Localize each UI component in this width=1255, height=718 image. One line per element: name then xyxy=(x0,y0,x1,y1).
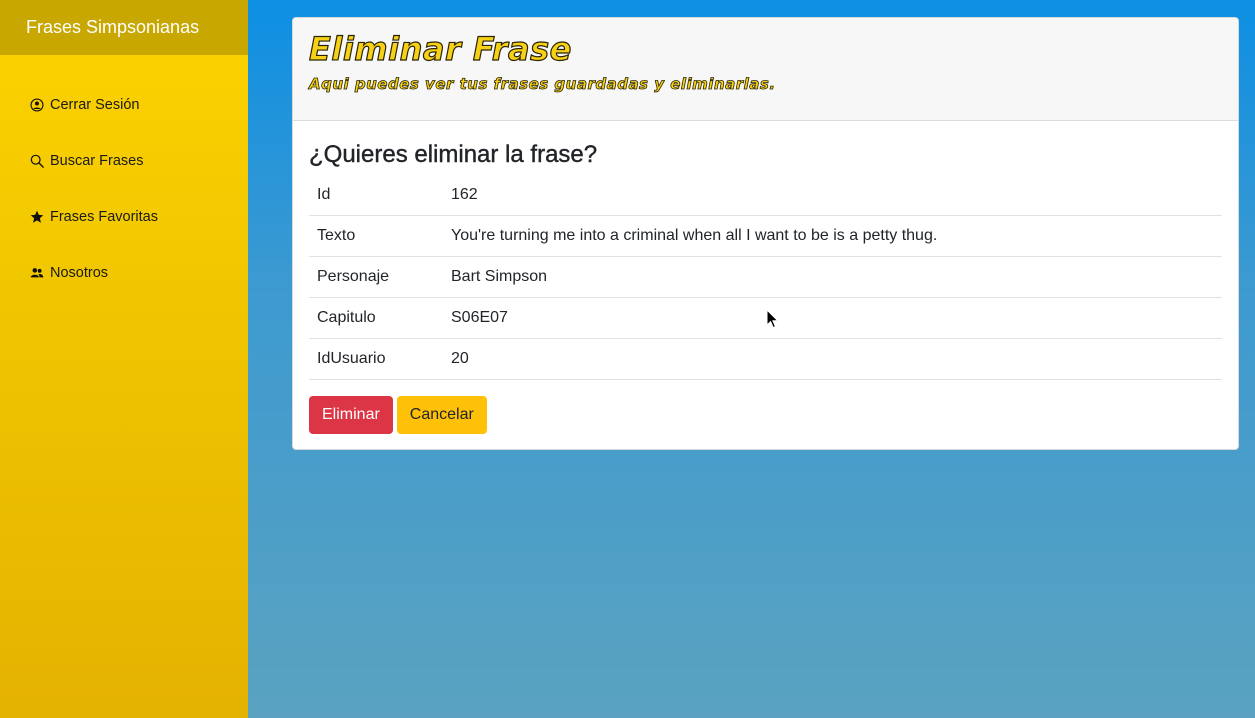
brand-title[interactable]: Frases Simpsonianas xyxy=(0,0,248,55)
card-header: Eliminar Frase Aqui puedes ver tus frase… xyxy=(293,18,1238,121)
star-icon xyxy=(30,210,44,224)
sidebar-item-label: Nosotros xyxy=(50,265,109,281)
user-circle-icon xyxy=(30,98,44,112)
confirm-question: ¿Quieres eliminar la frase? xyxy=(309,141,598,168)
page-title: Eliminar Frase xyxy=(308,29,572,68)
delete-button[interactable]: Eliminar xyxy=(309,396,393,434)
row-key: Capitulo xyxy=(309,297,443,339)
people-icon xyxy=(30,266,44,280)
row-value: You're turning me into a criminal when a… xyxy=(443,215,1222,257)
sidebar-item-label: Buscar Frases xyxy=(50,153,144,169)
sidebar-item-frases-favoritas[interactable]: Frases Favoritas xyxy=(0,189,248,245)
search-icon xyxy=(30,154,44,168)
row-key: Personaje xyxy=(309,256,443,298)
delete-phrase-card: Eliminar Frase Aqui puedes ver tus frase… xyxy=(292,17,1239,450)
sidebar-item-label: Frases Favoritas xyxy=(50,209,158,225)
cancel-button[interactable]: Cancelar xyxy=(396,396,487,434)
row-key: Texto xyxy=(309,215,443,257)
page-subtitle: Aqui puedes ver tus frases guardadas y e… xyxy=(309,75,776,94)
table-row: Id 162 xyxy=(309,175,1222,216)
table-row: Texto You're turning me into a criminal … xyxy=(309,215,1222,257)
card-body: ¿Quieres eliminar la frase? Id 162 Texto… xyxy=(293,121,1238,434)
row-key: Id xyxy=(309,175,443,216)
row-value: S06E07 xyxy=(443,297,1222,339)
sidebar-nav: Cerrar Sesión Buscar Frases Frases Favor… xyxy=(0,55,248,301)
row-value: 20 xyxy=(443,338,1222,380)
sidebar-item-buscar-frases[interactable]: Buscar Frases xyxy=(0,133,248,189)
table-row: IdUsuario 20 xyxy=(309,338,1222,380)
sidebar-item-nosotros[interactable]: Nosotros xyxy=(0,245,248,301)
mouse-cursor-icon xyxy=(766,309,780,329)
row-key: IdUsuario xyxy=(309,338,443,380)
row-value: 162 xyxy=(443,175,1222,216)
table-row: Personaje Bart Simpson xyxy=(309,256,1222,298)
action-buttons: Eliminar Cancelar xyxy=(309,396,1222,434)
sidebar-item-label: Cerrar Sesión xyxy=(50,97,140,113)
sidebar: Frases Simpsonianas Cerrar Sesión Buscar… xyxy=(0,0,248,718)
phrase-details-table: Id 162 Texto You're turning me into a cr… xyxy=(309,175,1222,380)
row-value: Bart Simpson xyxy=(443,256,1222,298)
sidebar-item-cerrar-sesion[interactable]: Cerrar Sesión xyxy=(0,77,248,133)
